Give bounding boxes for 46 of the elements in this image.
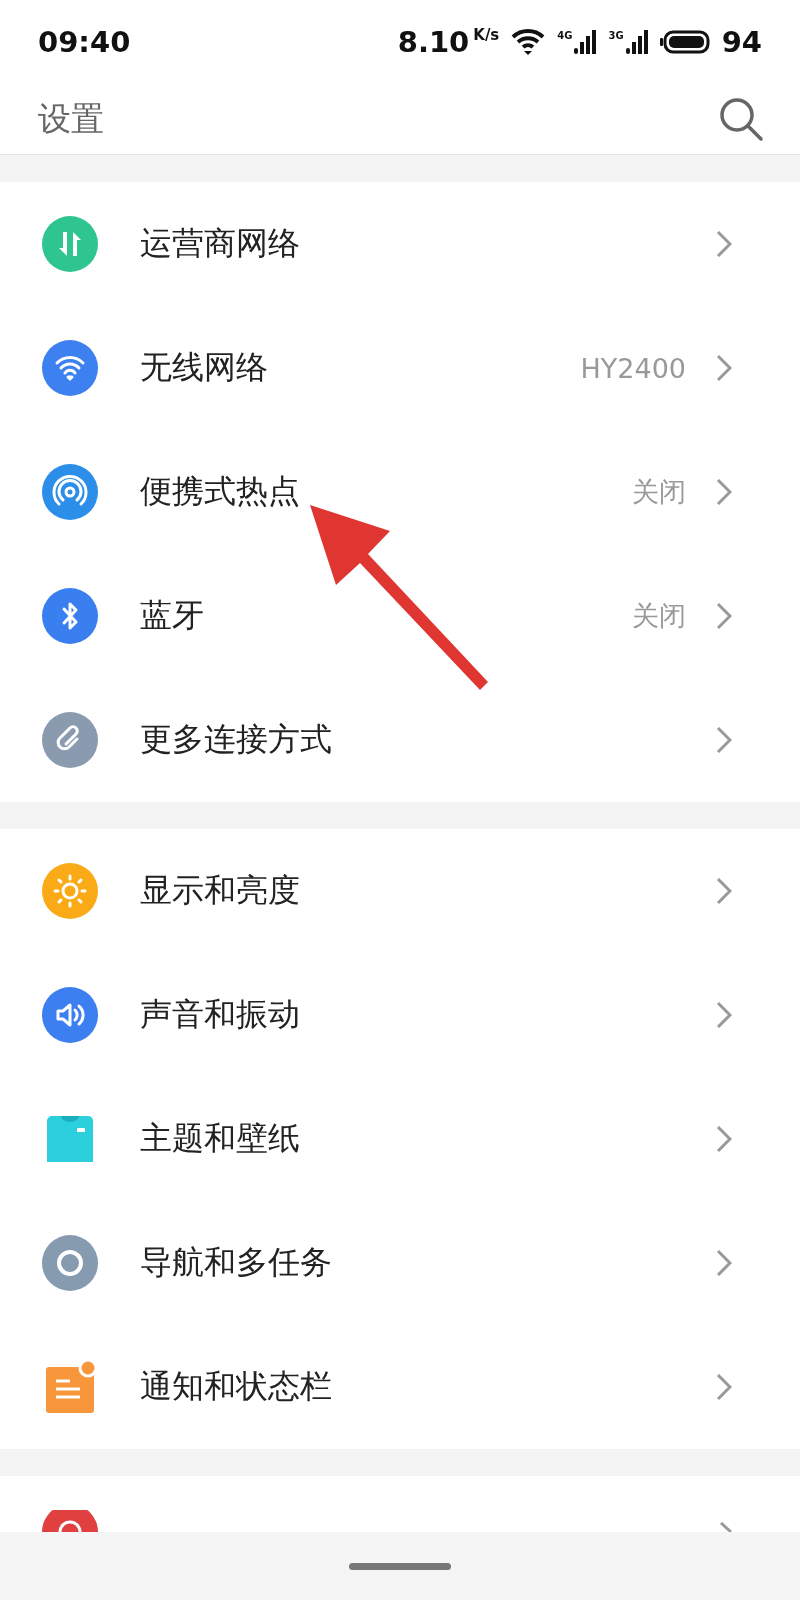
home-indicator[interactable] — [349, 1562, 451, 1570]
battery-icon — [659, 30, 710, 54]
settings-row[interactable]: 导航和多任务 — [0, 1201, 800, 1325]
setting-label: 通知和状态栏 — [140, 1366, 333, 1407]
battery-level: 94 — [721, 25, 762, 59]
settings-row[interactable]: 声音和振动 — [0, 953, 800, 1077]
page-title: 设置 — [38, 97, 104, 140]
setting-label: 便携式热点 — [140, 471, 301, 512]
chevron-right-icon — [716, 478, 732, 506]
setting-value: HY2400 — [580, 352, 686, 384]
search-icon[interactable] — [718, 96, 764, 142]
speed-unit: K/s — [473, 26, 500, 44]
clock-time: 09:40 — [38, 25, 132, 59]
setting-label: 导航和多任务 — [140, 1242, 333, 1283]
chevron-right-icon — [716, 726, 732, 754]
network-type: 4G — [557, 30, 573, 41]
settings-row[interactable]: 蓝牙 关闭 — [0, 554, 800, 678]
chevron-right-icon — [716, 877, 732, 905]
chevron-right-icon — [716, 1249, 732, 1277]
chevron-right-icon — [716, 230, 732, 258]
signal-icon — [625, 30, 648, 54]
settings-row[interactable]: 显示和亮度 — [0, 829, 800, 953]
settings-row[interactable]: 通知和状态栏 — [0, 1325, 800, 1449]
setting-label: 运营商网络 — [140, 223, 301, 264]
settings-row[interactable]: 更多连接方式 — [0, 678, 800, 802]
setting-value: 关闭 — [632, 475, 686, 509]
chevron-right-icon — [716, 602, 732, 630]
chevron-right-icon — [716, 1001, 732, 1029]
chevron-right-icon — [720, 1522, 732, 1532]
network-speed: 8.10 — [397, 25, 470, 59]
setting-label: 主题和壁纸 — [140, 1118, 301, 1159]
setting-label: 蓝牙 — [140, 595, 205, 636]
setting-label: 更多连接方式 — [140, 719, 333, 760]
settings-row[interactable]: 运营商网络 — [0, 182, 800, 306]
setting-value: 关闭 — [632, 599, 686, 633]
setting-label: 无线网络 — [140, 347, 269, 388]
chevron-right-icon — [716, 1373, 732, 1401]
wifi-icon — [511, 29, 546, 55]
chevron-right-icon — [716, 1125, 732, 1153]
settings-row[interactable]: 主题和壁纸 — [0, 1077, 800, 1201]
network-type: 3G — [608, 30, 624, 41]
settings-row[interactable]: 无线网络 HY2400 — [0, 306, 800, 430]
signal-icon — [574, 30, 597, 54]
setting-label: 显示和亮度 — [140, 870, 301, 911]
chevron-right-icon — [716, 354, 732, 382]
setting-label: 声音和振动 — [140, 994, 301, 1035]
